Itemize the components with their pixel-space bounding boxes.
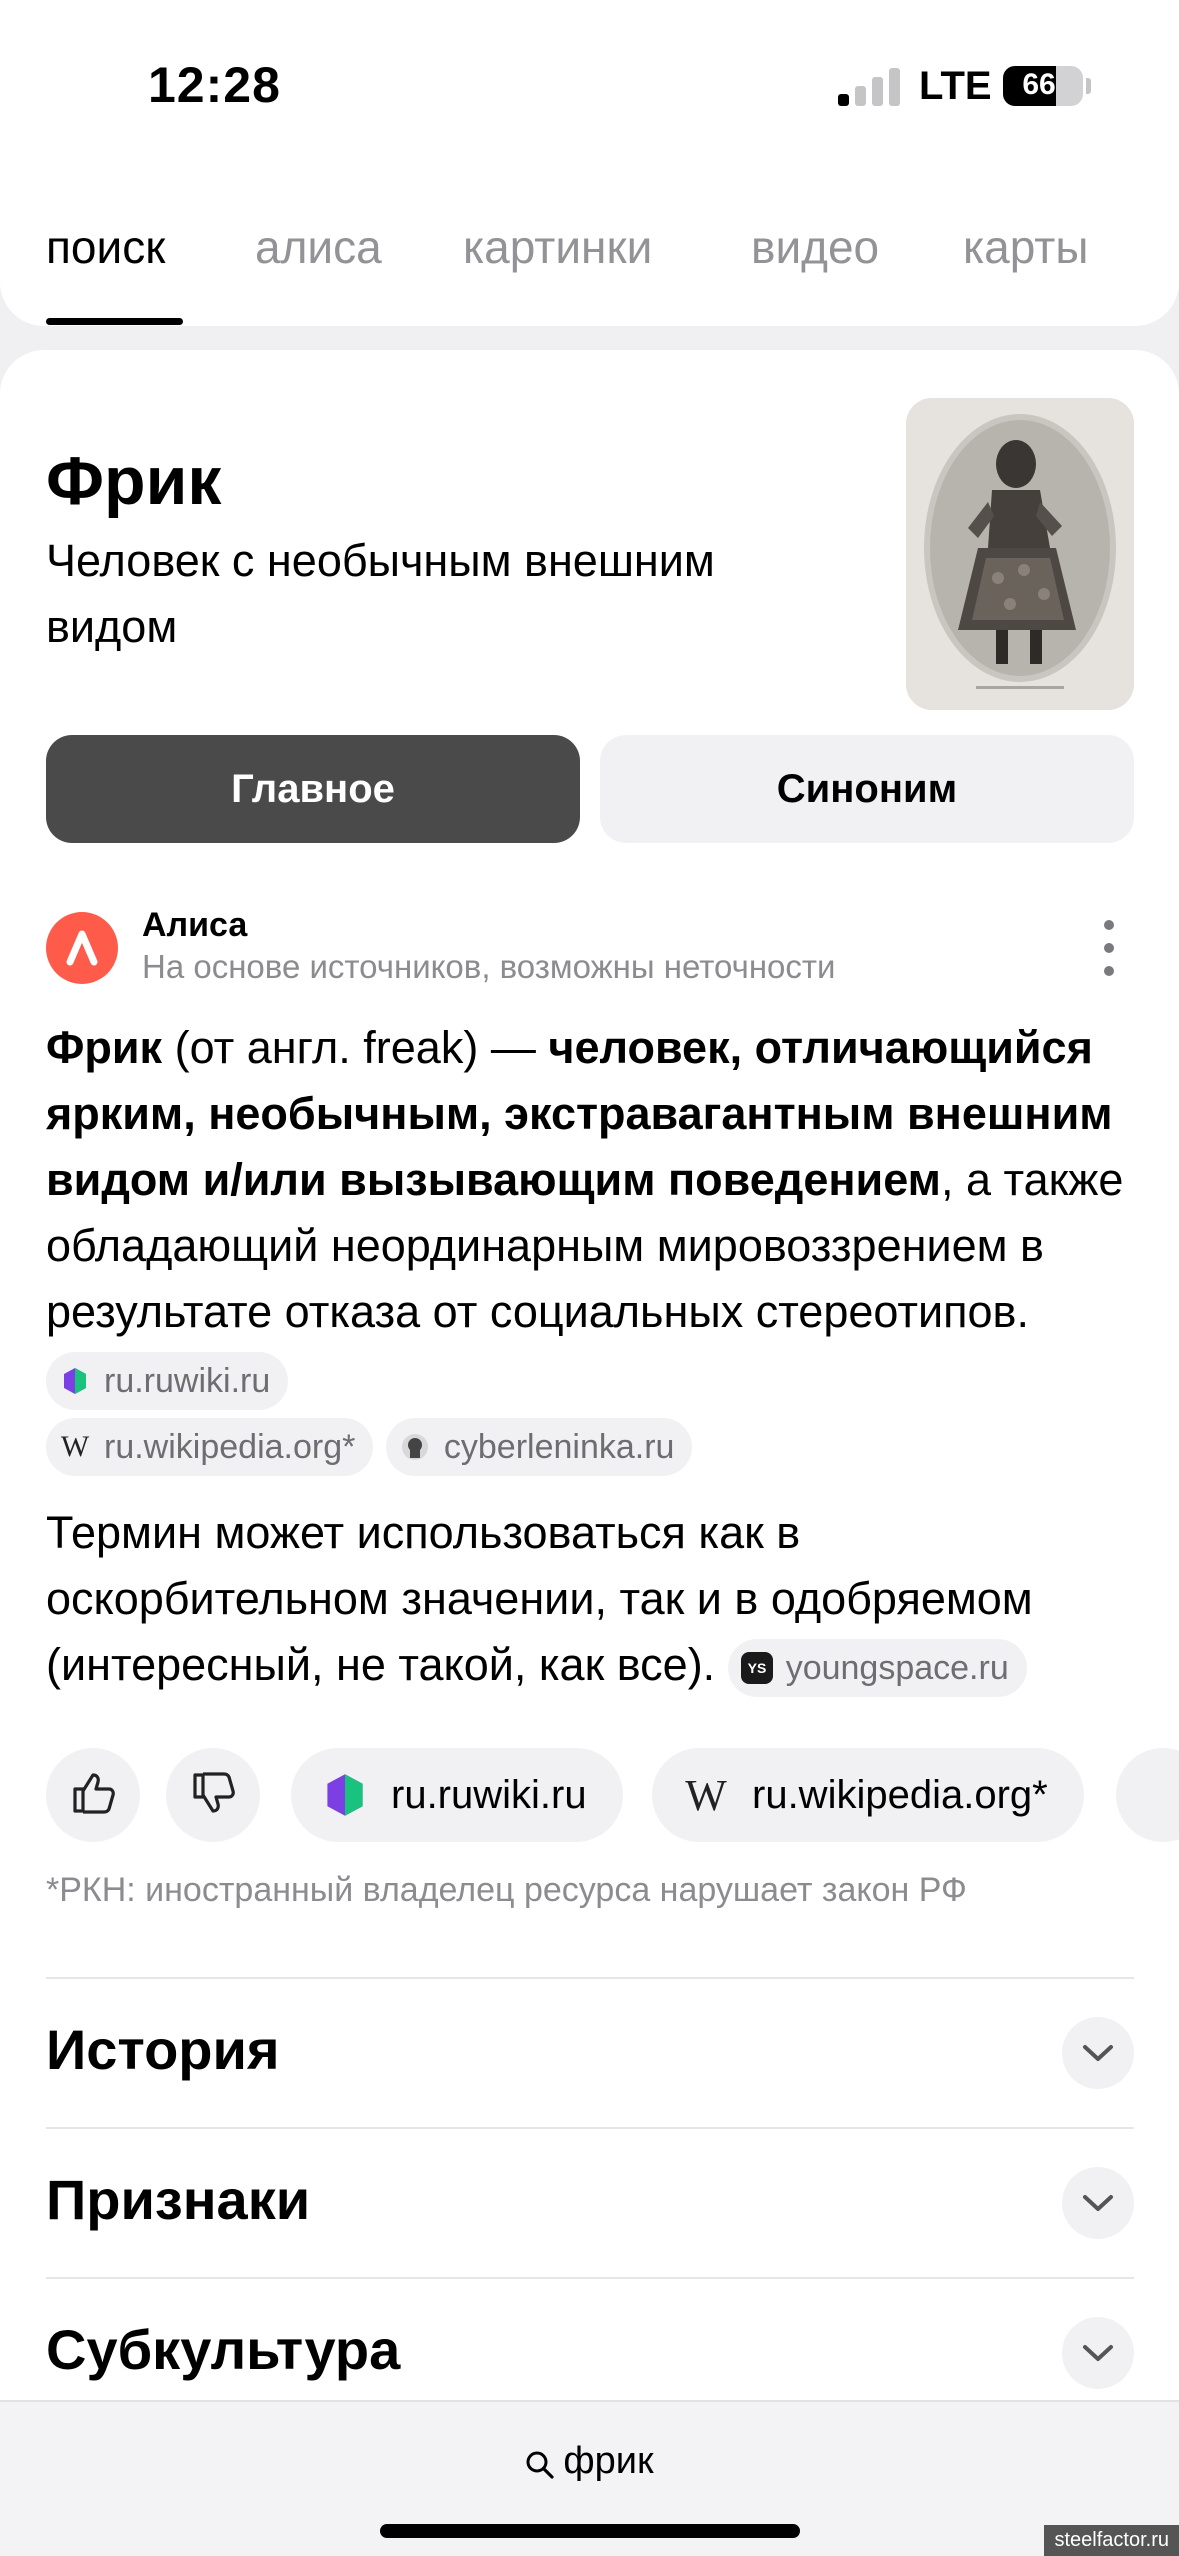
source-button-ruwiki[interactable]: ru.ruwiki.ru bbox=[291, 1748, 623, 1842]
source-label: youngspace.ru bbox=[785, 1649, 1009, 1688]
wikipedia-icon: W bbox=[685, 1770, 727, 1820]
search-icon bbox=[525, 2447, 555, 2479]
dislike-button[interactable] bbox=[166, 1748, 260, 1842]
more-sources-button[interactable] bbox=[1116, 1748, 1179, 1842]
svg-text:YS: YS bbox=[747, 1660, 766, 1676]
tab-video[interactable]: видео bbox=[751, 220, 879, 274]
tab-images[interactable]: картинки bbox=[463, 220, 652, 274]
section-title: История bbox=[46, 2018, 280, 2081]
battery-tip bbox=[1086, 78, 1091, 94]
section-title: Признаки bbox=[46, 2168, 311, 2231]
source-button-wikipedia[interactable]: W ru.wikipedia.org* bbox=[652, 1748, 1084, 1842]
more-options-icon[interactable] bbox=[1094, 920, 1124, 976]
tab-alice[interactable]: алиса bbox=[255, 220, 382, 274]
source-label: ru.wikipedia.org* bbox=[752, 1772, 1048, 1817]
chevron-down-icon[interactable] bbox=[1062, 2167, 1134, 2239]
source-label: cyberleninka.ru bbox=[443, 1428, 675, 1467]
battery-percent: 66 bbox=[1022, 68, 1056, 101]
answer-term: Фрик bbox=[46, 1022, 163, 1073]
active-tab-indicator bbox=[46, 318, 183, 325]
source-label: ru.ruwiki.ru bbox=[391, 1772, 587, 1817]
source-chip-ruwiki[interactable]: ru.ruwiki.ru bbox=[46, 1352, 289, 1411]
search-query[interactable]: фрик bbox=[0, 2440, 1179, 2483]
segment-main-button[interactable]: Главное bbox=[46, 735, 580, 843]
watermark: steelfactor.ru bbox=[1044, 2525, 1179, 2556]
network-type: LTE bbox=[919, 64, 992, 108]
search-query-text: фрик bbox=[563, 2440, 654, 2482]
alice-disclaimer: На основе источников, возможны неточност… bbox=[142, 948, 836, 985]
cyberleninka-icon bbox=[398, 1430, 432, 1464]
source-label: ru.ruwiki.ru bbox=[104, 1362, 271, 1401]
like-button[interactable] bbox=[46, 1748, 140, 1842]
bottom-search-bar[interactable]: фрик steelfactor.ru bbox=[0, 2400, 1179, 2556]
source-chip-cyberleninka[interactable]: cyberleninka.ru bbox=[385, 1418, 693, 1477]
source-chip-youngspace[interactable]: YS youngspace.ru bbox=[727, 1639, 1027, 1698]
rkn-footnote: *РКН: иностранный владелец ресурса наруш… bbox=[46, 1871, 967, 1909]
alice-logo-icon bbox=[46, 912, 118, 984]
chevron-down-icon[interactable] bbox=[1062, 2017, 1134, 2089]
section-signs[interactable]: Признаки bbox=[46, 2127, 1134, 2277]
header: 12:28 LTE 66 поиск алиса картинки видео … bbox=[0, 0, 1179, 326]
answer-text: (от англ. freak) — bbox=[162, 1022, 549, 1073]
cellular-signal-icon bbox=[838, 66, 900, 106]
section-history[interactable]: История bbox=[46, 1977, 1134, 2127]
source-label: ru.wikipedia.org* bbox=[104, 1428, 356, 1467]
entity-card: Фрик Человек с необычным внешним видом Г… bbox=[0, 350, 1179, 2556]
feedback-row: ru.ruwiki.ru W ru.wikipedia.org* bbox=[46, 1748, 1179, 1844]
entity-image[interactable] bbox=[906, 398, 1134, 710]
section-title: Субкультура bbox=[46, 2318, 401, 2381]
home-indicator bbox=[380, 2524, 800, 2538]
youngspace-icon: YS bbox=[740, 1651, 774, 1685]
ruwiki-icon bbox=[321, 1771, 369, 1819]
tab-maps[interactable]: карты bbox=[963, 220, 1088, 274]
search-tabs: поиск алиса картинки видео карты bbox=[0, 210, 1179, 326]
alice-name: Алиса bbox=[142, 906, 248, 944]
entity-title: Фрик bbox=[46, 443, 222, 519]
segment-synonym-button[interactable]: Синоним bbox=[600, 735, 1134, 843]
chevron-down-icon[interactable] bbox=[1062, 2317, 1134, 2389]
source-chip-wikipedia[interactable]: Wru.wikipedia.org* bbox=[46, 1418, 374, 1477]
wikipedia-icon: W bbox=[60, 1430, 90, 1464]
ruwiki-icon bbox=[58, 1364, 92, 1398]
thumbs-down-icon bbox=[187, 1767, 239, 1824]
answer-paragraph-2: Термин может использоваться как в оскорб… bbox=[46, 1500, 1146, 1698]
thumbs-up-icon bbox=[67, 1767, 119, 1824]
status-time: 12:28 bbox=[148, 57, 281, 113]
tab-search[interactable]: поиск bbox=[46, 220, 165, 274]
battery-icon: 66 bbox=[1003, 66, 1083, 106]
answer-paragraph-1: Фрик (от англ. freak) — человек, отличаю… bbox=[46, 1015, 1146, 1477]
entity-subtitle: Человек с необычным внешним видом bbox=[46, 535, 715, 652]
